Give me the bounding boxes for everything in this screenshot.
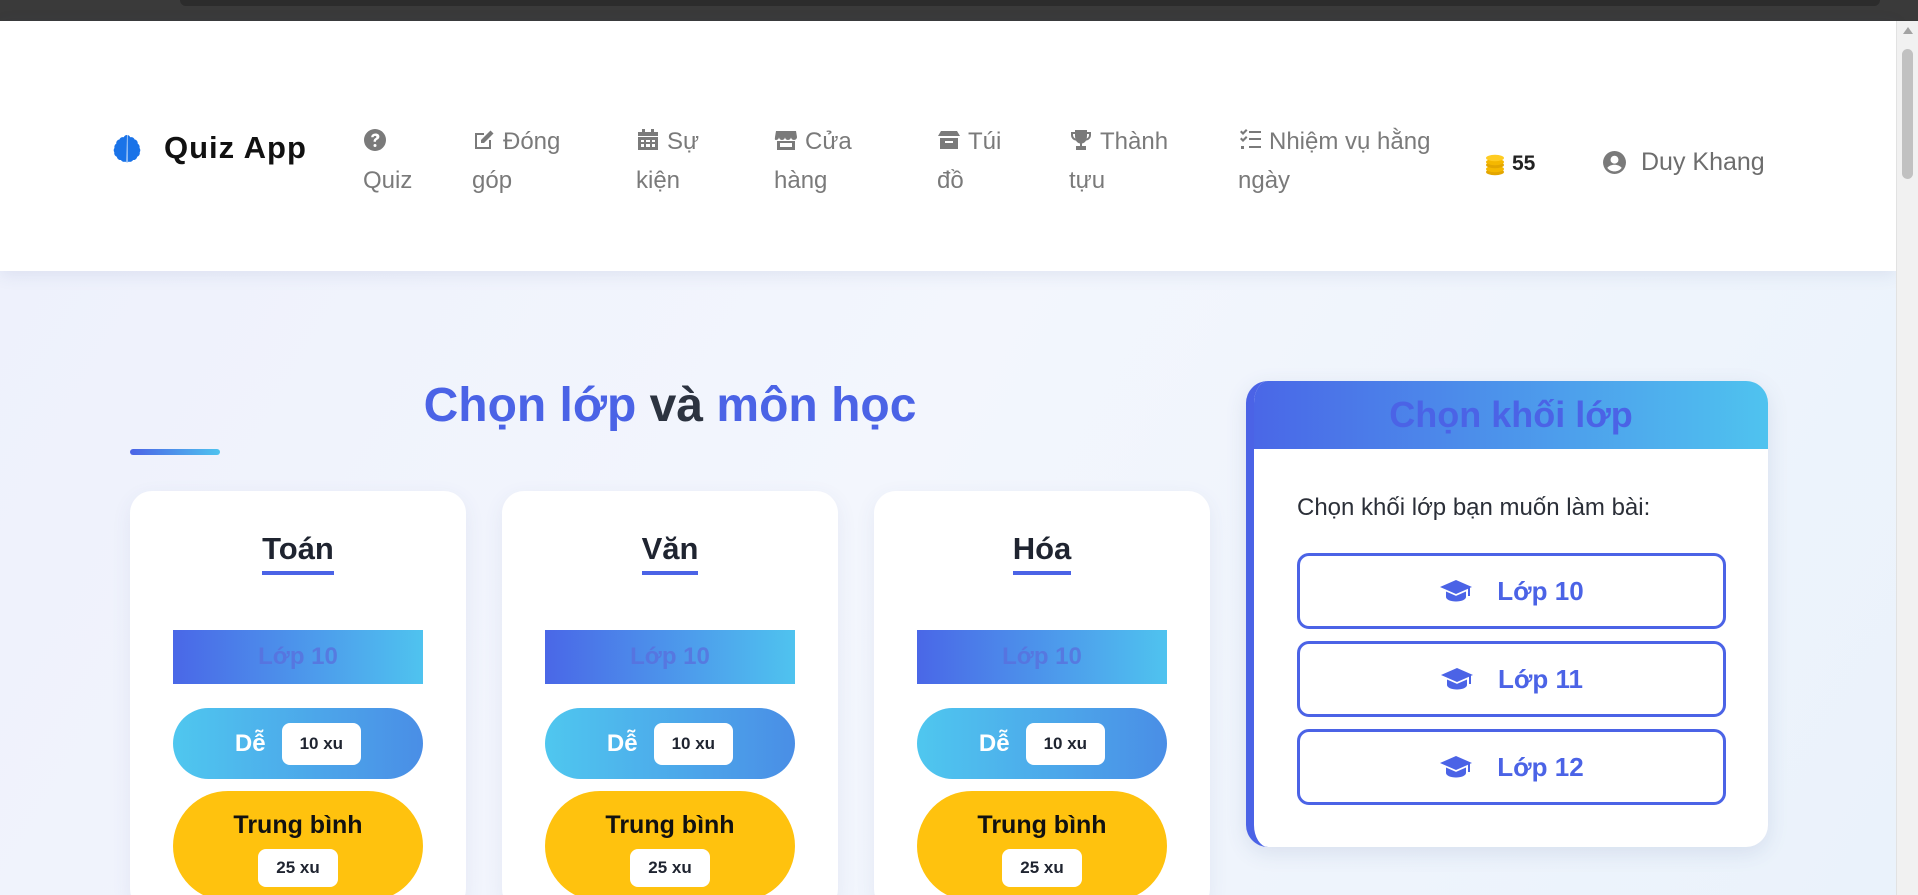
nav-item-dong-gop[interactable]: Đóng góp	[472, 122, 560, 200]
subject-card-van: Văn Lớp 10 Dễ 10 xu Trung bình 25 xu	[502, 491, 838, 895]
medium-label: Trung bình	[605, 811, 735, 839]
coin-balance: 55	[1484, 152, 1535, 176]
nav-label: Đóng	[503, 128, 561, 155]
medium-label: Trung bình	[977, 811, 1107, 839]
grade-button-11[interactable]: Lớp 11	[1297, 641, 1726, 717]
medium-button[interactable]: Trung bình 25 xu	[917, 791, 1167, 895]
subject-title: Văn	[641, 531, 699, 575]
scrollbar-thumb[interactable]	[1902, 49, 1913, 179]
easy-reward-badge: 10 xu	[281, 722, 362, 765]
store-icon	[774, 131, 797, 150]
medium-reward-badge: 25 xu	[258, 849, 338, 887]
navbar: Quiz App Quiz Đóng góp Sự kiện Cửa hàng …	[0, 21, 1896, 271]
grade-button-label: Lớp 10	[1497, 575, 1584, 606]
subject-card-hoa: Hóa Lớp 10 Dễ 10 xu Trung bình 25 xu	[874, 491, 1210, 895]
nav-label: Sự	[667, 128, 700, 155]
nav-item-quiz[interactable]: Quiz	[363, 122, 412, 200]
grade-select-panel: Chọn khối lớp Chọn khối lớp bạn muốn làm…	[1246, 381, 1768, 847]
easy-button[interactable]: Dễ 10 xu	[917, 708, 1167, 779]
medium-reward-badge: 25 xu	[1002, 849, 1082, 887]
question-circle-icon	[364, 129, 386, 151]
edit-icon	[475, 130, 494, 149]
card-title-wrap: Hóa	[874, 531, 1210, 575]
nav-label: Quiz	[363, 167, 413, 194]
nav-label: Nhiệm vụ hằng	[1269, 128, 1431, 155]
user-name: Duy Khang	[1641, 148, 1765, 176]
easy-button[interactable]: Dễ 10 xu	[173, 708, 423, 779]
nav-item-thanh-tuu[interactable]: Thành tựu	[1069, 122, 1168, 200]
title-part-3: môn học	[716, 379, 917, 432]
user-menu[interactable]: Duy Khang	[1602, 148, 1765, 177]
box-icon	[938, 131, 960, 149]
subject-title: Hóa	[1012, 531, 1072, 575]
brand[interactable]: Quiz App	[110, 130, 307, 166]
nav-item-cua-hang[interactable]: Cửa hàng	[774, 122, 852, 200]
grade-button-label: Lớp 12	[1497, 751, 1584, 782]
nav-item-tui-do[interactable]: Túi đồ	[937, 122, 1001, 200]
subject-card-toan: Toán Lớp 10 Dễ 10 xu Trung bình 25 xu	[130, 491, 466, 895]
user-circle-icon	[1603, 151, 1626, 174]
panel-prompt: Chọn khối lớp bạn muốn làm bài:	[1297, 494, 1651, 521]
title-part-2: và	[636, 379, 717, 432]
nav-label-2: đồ	[937, 167, 964, 194]
nav-label-2: tựu	[1069, 167, 1106, 194]
medium-button[interactable]: Trung bình 25 xu	[545, 791, 795, 895]
nav-label: Túi	[968, 128, 1002, 155]
nav-item-nhiem-vu[interactable]: Nhiệm vụ hằng ngày	[1238, 122, 1430, 200]
card-title-wrap: Toán	[130, 531, 466, 575]
grade-label: Lớp 10	[917, 630, 1167, 684]
nav-item-su-kien[interactable]: Sự kiện	[636, 122, 699, 200]
grade-button-10[interactable]: Lớp 10	[1297, 553, 1726, 629]
title-part-1: Chọn lớp	[423, 379, 637, 432]
coin-value: 55	[1512, 152, 1536, 175]
grade-button-12[interactable]: Lớp 12	[1297, 729, 1726, 805]
nav-label-2: ngày	[1238, 167, 1291, 194]
graduation-cap-icon	[1440, 580, 1473, 602]
grade-label: Lớp 10	[545, 630, 795, 684]
panel-title: Chọn khối lớp	[1254, 381, 1768, 449]
browser-top-pill	[180, 0, 1880, 6]
coins-icon	[1486, 154, 1504, 176]
calendar-icon	[638, 129, 658, 150]
graduation-cap-icon	[1440, 756, 1473, 778]
nav-label-2: kiện	[636, 167, 681, 194]
card-title-wrap: Văn	[502, 531, 838, 575]
browser-top-bar	[0, 0, 1918, 21]
page-title: Chọn lớp và môn học	[130, 378, 1210, 433]
nav-label-2: góp	[472, 167, 513, 194]
tasks-icon	[1240, 129, 1261, 149]
title-underline	[130, 449, 220, 455]
subject-title: Toán	[262, 531, 334, 575]
nav-label: Thành	[1100, 128, 1169, 155]
nav-label-2: hàng	[774, 167, 828, 194]
medium-button[interactable]: Trung bình 25 xu	[173, 791, 423, 895]
nav-label: Cửa	[805, 128, 852, 155]
easy-label: Dễ	[234, 729, 266, 757]
easy-label: Dễ	[978, 729, 1010, 757]
easy-reward-badge: 10 xu	[1025, 722, 1106, 765]
trophy-icon	[1071, 130, 1091, 150]
medium-reward-badge: 25 xu	[630, 849, 710, 887]
easy-button[interactable]: Dễ 10 xu	[545, 708, 795, 779]
easy-reward-badge: 10 xu	[653, 722, 734, 765]
brain-icon	[113, 135, 141, 163]
easy-label: Dễ	[606, 729, 638, 757]
scroll-up-arrow-icon[interactable]	[1903, 27, 1913, 34]
graduation-cap-icon	[1441, 668, 1474, 690]
medium-label: Trung bình	[233, 811, 363, 839]
grade-label: Lớp 10	[173, 630, 423, 684]
grade-button-label: Lớp 11	[1498, 663, 1583, 694]
scrollbar[interactable]	[1896, 21, 1918, 895]
brand-name: Quiz App	[164, 130, 307, 165]
